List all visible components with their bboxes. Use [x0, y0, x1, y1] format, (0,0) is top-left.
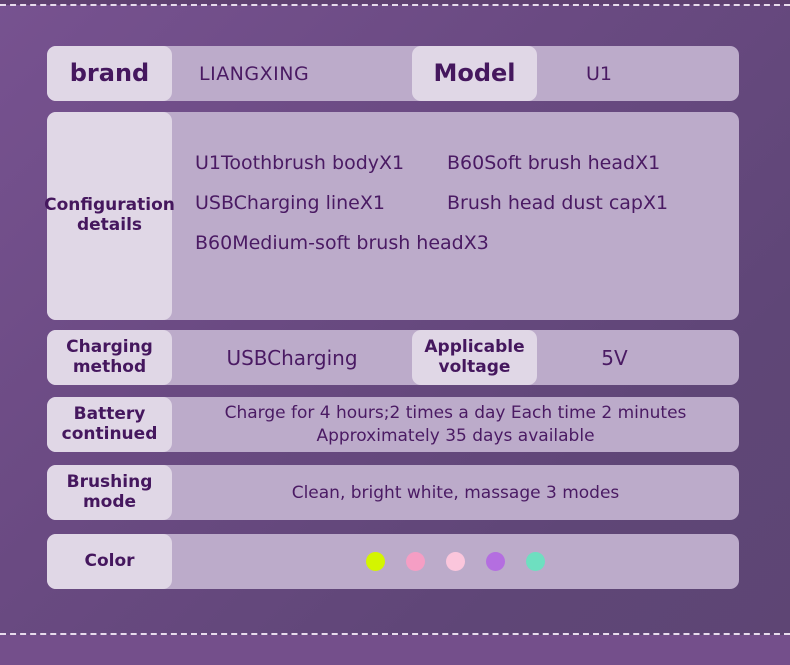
config-item: U1Toothbrush bodyX1: [195, 152, 405, 174]
charging-row: Charging method USBCharging Applicable v…: [47, 330, 739, 385]
color-swatch-light-pink: [446, 552, 465, 571]
color-swatches: [172, 534, 739, 589]
battery-line-1: Charge for 4 hours;2 times a day Each ti…: [224, 402, 687, 423]
battery-value: Charge for 4 hours;2 times a day Each ti…: [172, 397, 739, 452]
brushing-mode-value: Clean, bright white, massage 3 modes: [291, 482, 620, 503]
top-dashed-divider: [0, 4, 790, 6]
charging-method-value: USBCharging: [226, 345, 358, 370]
model-value: U1: [586, 62, 612, 85]
color-swatch-mint: [526, 552, 545, 571]
charging-method-label: Charging method: [47, 330, 172, 385]
color-swatch-lime: [366, 552, 385, 571]
configuration-row: Configuration details U1Toothbrush bodyX…: [44, 112, 739, 320]
config-item: B60Soft brush headX1: [447, 152, 661, 174]
brushing-mode-row: Brushing mode Clean, bright white, massa…: [47, 465, 739, 520]
color-swatch-pink: [406, 552, 425, 571]
config-item: Brush head dust capX1: [447, 192, 669, 214]
brushing-mode-label: Brushing mode: [47, 465, 172, 520]
brand-value: LIANGXING: [199, 62, 310, 85]
config-item: B60Medium-soft brush headX3: [195, 232, 489, 254]
brand-label: brand: [47, 46, 172, 101]
model-label: Model: [412, 46, 537, 101]
battery-row: Battery continued Charge for 4 hours;2 t…: [47, 397, 739, 452]
brand-model-row: brand LIANGXING Model U1: [47, 46, 739, 101]
battery-line-2: Approximately 35 days available: [316, 425, 595, 446]
configuration-label: Configuration details: [44, 112, 175, 320]
color-row: Color: [47, 534, 739, 589]
configuration-list: U1Toothbrush bodyX1 B60Soft brush headX1…: [195, 152, 707, 254]
voltage-value: 5V: [601, 345, 628, 370]
battery-label: Battery continued: [47, 397, 172, 452]
bottom-strip: [0, 635, 790, 665]
config-item: USBCharging lineX1: [195, 192, 385, 214]
voltage-label: Applicable voltage: [412, 330, 537, 385]
color-label: Color: [47, 534, 172, 589]
color-swatch-purple: [486, 552, 505, 571]
